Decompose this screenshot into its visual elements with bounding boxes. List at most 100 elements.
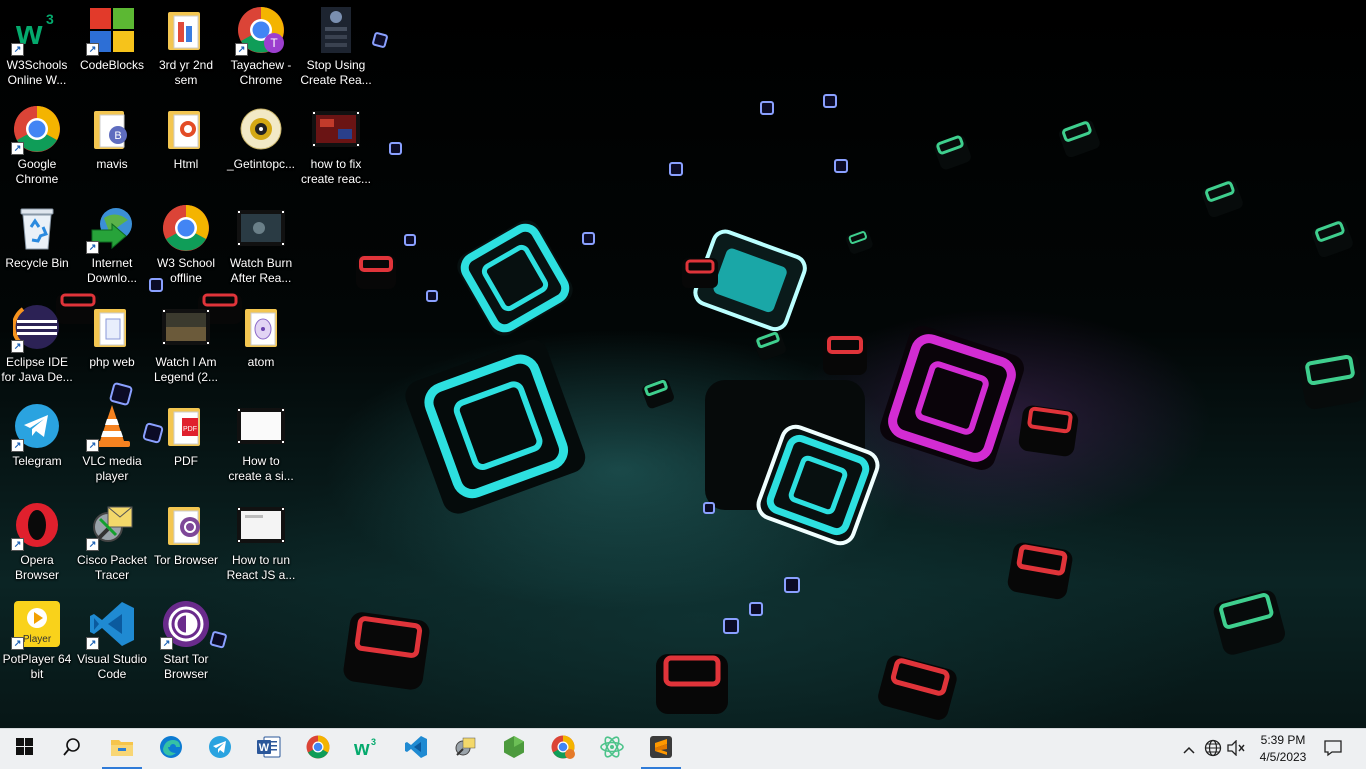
eclipse-icon: ↗	[11, 303, 61, 353]
potplayer-icon: Player ↗	[11, 600, 61, 650]
svg-text:B: B	[114, 130, 121, 142]
edge-icon	[159, 735, 183, 764]
desktop-icon-stop-using-create-react[interactable]: Stop Using Create Rea...	[300, 0, 372, 96]
notification-icon	[1324, 739, 1342, 760]
desktop-icon-label: Recycle Bin	[5, 256, 69, 270]
folder-icon	[88, 303, 136, 351]
taskbar-telegram[interactable]	[196, 729, 244, 769]
svg-text:3: 3	[46, 11, 54, 27]
desktop-icon-html[interactable]: Html	[150, 99, 222, 195]
network-button[interactable]	[1203, 739, 1223, 759]
vscode-icon	[404, 735, 428, 764]
video-thumbnail-icon	[237, 402, 285, 450]
taskbar-electron-app[interactable]	[588, 729, 636, 769]
desktop-icon-label: Stop Using Create Rea...	[300, 58, 372, 87]
video-thumbnail-icon	[237, 501, 285, 549]
clock[interactable]: 5:39 PM 4/5/2023	[1248, 732, 1318, 766]
taskbar-chrome-profile[interactable]	[539, 729, 587, 769]
desktop-icon-cisco-packet-tracer[interactable]: ↗ Cisco Packet Tracer	[76, 495, 148, 591]
desktop-icon-label: Google Chrome	[15, 157, 59, 186]
shortcut-arrow-icon: ↗	[86, 439, 99, 452]
desktop-icon-label: CodeBlocks	[79, 58, 145, 72]
idm-globe-icon: ↗	[86, 204, 136, 254]
nodejs-hexagon-icon	[503, 735, 525, 764]
desktop-icon-label: Tayachew - Chrome	[230, 58, 292, 87]
desktop-icon-label: Telegram	[12, 454, 62, 468]
desktop-icon-internet-download-manager[interactable]: ↗ Internet Downlo...	[76, 198, 148, 294]
desktop-icon-w3-school-offline[interactable]: W3 School offline	[150, 198, 222, 294]
telegram-icon: ↗	[11, 402, 61, 452]
chrome-profile-icon: T ↗	[235, 6, 285, 56]
taskbar: W w3 5:39 PM 4/5/2023	[0, 728, 1366, 769]
potplayer-logo-text: Player	[23, 634, 52, 645]
desktop-icon-atom[interactable]: atom	[225, 297, 297, 393]
desktop-icon-pdf[interactable]: PDF PDF	[150, 396, 222, 492]
desktop-icon-3rd-yr-2nd-sem[interactable]: 3rd yr 2nd sem	[150, 0, 222, 96]
desktop-icon-label: how to fix create reac...	[300, 157, 372, 186]
desktop-icon-start-tor-browser[interactable]: ↗ Start Tor Browser	[150, 594, 222, 690]
folder-icon	[162, 501, 210, 549]
shortcut-arrow-icon: ↗	[11, 340, 24, 353]
folder-icon: B	[88, 105, 136, 153]
desktop-icon-watch-burn-after-reading[interactable]: Watch Burn After Rea...	[225, 198, 297, 294]
desktop-icon-mavis[interactable]: B mavis	[76, 99, 148, 195]
vlc-cone-icon: ↗	[86, 402, 136, 452]
desktop-icon-how-to-fix-create-react[interactable]: how to fix create reac...	[300, 99, 372, 195]
desktop-icon-label: 3rd yr 2nd sem	[158, 58, 214, 87]
desktop-icon-potplayer[interactable]: Player ↗ PotPlayer 64 bit	[1, 594, 73, 690]
shortcut-arrow-icon: ↗	[11, 43, 24, 56]
desktop-icon-watch-i-am-legend[interactable]: Watch I Am Legend (2...	[150, 297, 222, 393]
taskbar-word[interactable]: W	[245, 729, 293, 769]
clock-time: 5:39 PM	[1260, 733, 1306, 747]
desktop-icon-visual-studio-code[interactable]: ↗ Visual Studio Code	[76, 594, 148, 690]
desktop-icon-recycle-bin[interactable]: Recycle Bin	[1, 198, 73, 294]
chrome-icon	[306, 735, 330, 764]
speaker-muted-icon	[1227, 738, 1245, 759]
svg-text:w: w	[354, 738, 370, 758]
taskbar-chrome[interactable]	[294, 729, 342, 769]
show-hidden-icons-button[interactable]	[1179, 739, 1199, 759]
desktop-icon-w3schools-online[interactable]: w3 ↗ W3Schools Online W...	[1, 0, 73, 96]
desktop-icon-vlc[interactable]: ↗ VLC media player	[76, 396, 148, 492]
desktop-icon-getintopc[interactable]: _Getintopc...	[225, 99, 297, 195]
taskbar-sublime-text[interactable]	[637, 729, 685, 769]
desktop-icon-codeblocks[interactable]: ↗ CodeBlocks	[76, 0, 148, 96]
taskbar-file-explorer[interactable]	[98, 729, 146, 769]
w3schools-icon: w3	[353, 736, 380, 763]
desktop-icon-opera[interactable]: ↗ Opera Browser	[1, 495, 73, 591]
shortcut-arrow-icon: ↗	[11, 439, 24, 452]
desktop-icon-telegram[interactable]: ↗ Telegram	[1, 396, 73, 492]
desktop-icon-label: php web	[89, 355, 135, 369]
desktop-icon-how-to-create-a-si[interactable]: How to create a si...	[225, 396, 297, 492]
packet-tracer-icon	[453, 735, 477, 764]
action-center-button[interactable]	[1323, 739, 1343, 759]
desktop-icon-eclipse[interactable]: ↗ Eclipse IDE for Java De...	[1, 297, 73, 393]
recycle-bin-icon	[13, 204, 61, 252]
desktop-icon-google-chrome[interactable]: ↗ Google Chrome	[1, 99, 73, 195]
desktop-icon-how-to-run-react-js[interactable]: How to run React JS a...	[225, 495, 297, 591]
taskbar-packet-tracer[interactable]	[441, 729, 489, 769]
taskbar-edge[interactable]	[147, 729, 195, 769]
search-button[interactable]	[48, 729, 96, 769]
desktop-icon-tor-browser-folder[interactable]: Tor Browser	[150, 495, 222, 591]
shortcut-arrow-icon: ↗	[235, 43, 248, 56]
atom-react-icon	[600, 735, 624, 764]
video-thumbnail-icon	[312, 6, 360, 54]
desktop-icon-php-web[interactable]: php web	[76, 297, 148, 393]
desktop-icon-label: Watch Burn After Rea...	[229, 256, 293, 285]
desktop-icon-label: Visual Studio Code	[77, 652, 147, 681]
desktop-icon-tayachew-chrome[interactable]: T ↗ Tayachew - Chrome	[225, 0, 297, 96]
start-button[interactable]	[0, 729, 48, 769]
volume-button[interactable]	[1226, 738, 1246, 759]
windows-logo-icon	[15, 738, 33, 760]
taskbar-w3schools[interactable]: w3	[343, 729, 391, 769]
taskbar-vscode[interactable]	[392, 729, 440, 769]
video-thumbnail-icon	[312, 105, 360, 153]
chrome-profile-icon	[551, 735, 575, 764]
desktop-icon-label: Eclipse IDE for Java De...	[1, 355, 73, 384]
folder-icon	[237, 303, 285, 351]
file-explorer-icon	[110, 737, 134, 762]
taskbar-nodejs[interactable]	[490, 729, 538, 769]
search-icon	[63, 737, 81, 761]
desktop-icon-label: VLC media player	[82, 454, 142, 483]
